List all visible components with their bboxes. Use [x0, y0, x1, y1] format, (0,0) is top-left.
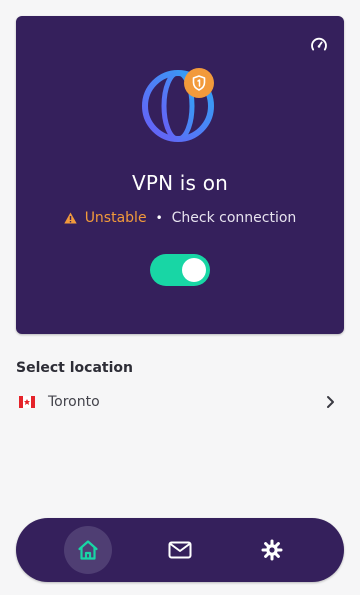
shield-icon: [192, 75, 206, 91]
connection-warning-label: Unstable: [84, 210, 147, 226]
speedometer-icon: [311, 37, 327, 51]
selected-location-name: Toronto: [48, 394, 100, 410]
mail-icon: [168, 541, 192, 559]
separator-dot: •: [155, 211, 163, 225]
toggle-knob: [182, 258, 206, 282]
vpn-app: VPN is on Unstable • Check connection Se…: [0, 0, 360, 595]
speed-test-button[interactable]: [308, 34, 330, 56]
nav-settings-button[interactable]: [248, 526, 296, 574]
warning-icon: [63, 212, 77, 224]
bottom-navigation: [16, 518, 344, 582]
home-icon: [78, 540, 98, 560]
canada-flag-icon: [19, 396, 35, 408]
nav-home-button[interactable]: [64, 526, 112, 574]
shield-badge: [184, 68, 214, 98]
vpn-globe-graphic: [140, 66, 220, 146]
location-selector[interactable]: Toronto: [16, 388, 344, 416]
vpn-status-title: VPN is on: [131, 171, 229, 195]
chevron-right-icon: [322, 394, 338, 410]
vpn-status-card: VPN is on Unstable • Check connection: [16, 16, 344, 334]
connection-status-line: Unstable • Check connection: [16, 210, 344, 226]
gear-icon: [261, 539, 283, 561]
vpn-toggle[interactable]: [150, 254, 210, 286]
nav-messages-button[interactable]: [156, 526, 204, 574]
location-heading: Select location: [16, 360, 133, 376]
connection-hint: Check connection: [171, 210, 297, 226]
